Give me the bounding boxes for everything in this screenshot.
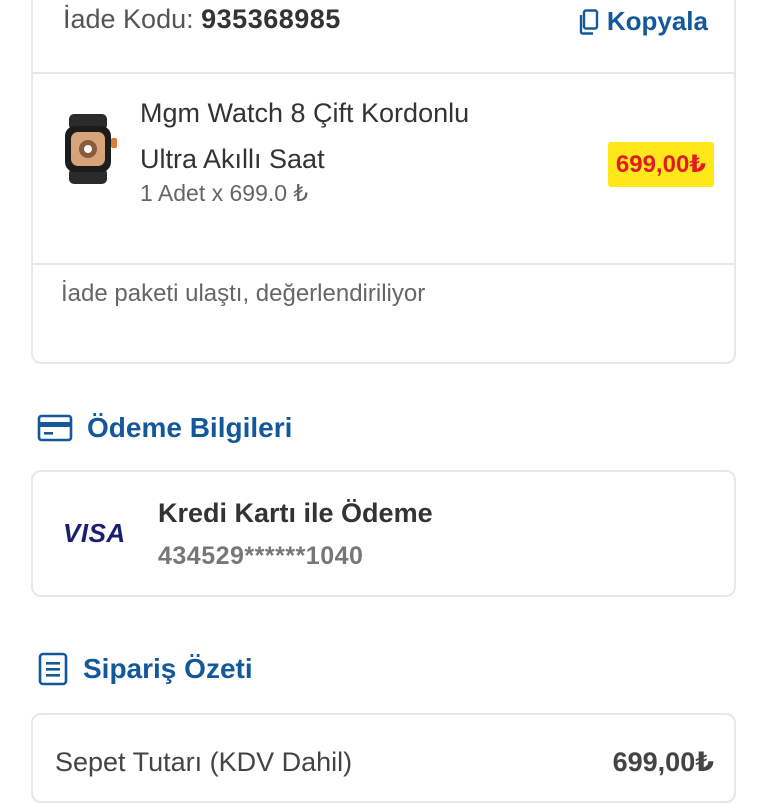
copy-button[interactable]: Kopyala [579, 6, 708, 37]
copy-label: Kopyala [606, 6, 708, 36]
summary-card: Sepet Tutarı (KDV Dahil) 699,00₺ [31, 713, 736, 803]
payment-section-title: Ödeme Bilgileri [87, 412, 293, 443]
payment-method: Kredi Kartı ile Ödeme [158, 498, 433, 528]
cart-total-label: Sepet Tutarı (KDV Dahil) [55, 747, 353, 777]
return-status: İade paketi ulaştı, değerlendiriliyor [61, 280, 426, 307]
payment-section-header: Ödeme Bilgileri [37, 412, 292, 444]
product-quantity: 1 Adet x 699.0 ₺ [140, 180, 309, 206]
return-code: İade Kodu: 935368985 [63, 4, 341, 35]
return-code-value: 935368985 [201, 4, 341, 34]
product-price: 699,00₺ [607, 142, 714, 187]
product-title-line2: Ultra Akıllı Saat [140, 144, 325, 174]
visa-logo: VISA [63, 518, 126, 548]
credit-card-icon [37, 414, 73, 442]
product-title[interactable]: Mgm Watch 8 Çift Kordonlu Ultra Akıllı S… [140, 90, 560, 182]
card-number: 434529******1040 [158, 542, 364, 570]
divider [33, 72, 734, 74]
smartwatch-image[interactable] [63, 114, 121, 184]
return-code-label: İade Kodu: [63, 4, 194, 34]
receipt-icon [38, 652, 68, 686]
copy-icon [579, 8, 599, 35]
payment-card: VISA Kredi Kartı ile Ödeme 434529******1… [31, 470, 736, 597]
summary-section-title: Sipariş Özeti [83, 653, 253, 684]
cart-total-value: 699,00₺ [612, 747, 714, 777]
product-title-line1: Mgm Watch 8 Çift Kordonlu [140, 98, 470, 128]
divider [33, 263, 734, 265]
return-card: İade Kodu: 935368985 Kopyala Mgm Watch 8… [31, 0, 736, 364]
summary-section-header: Sipariş Özeti [37, 652, 253, 686]
